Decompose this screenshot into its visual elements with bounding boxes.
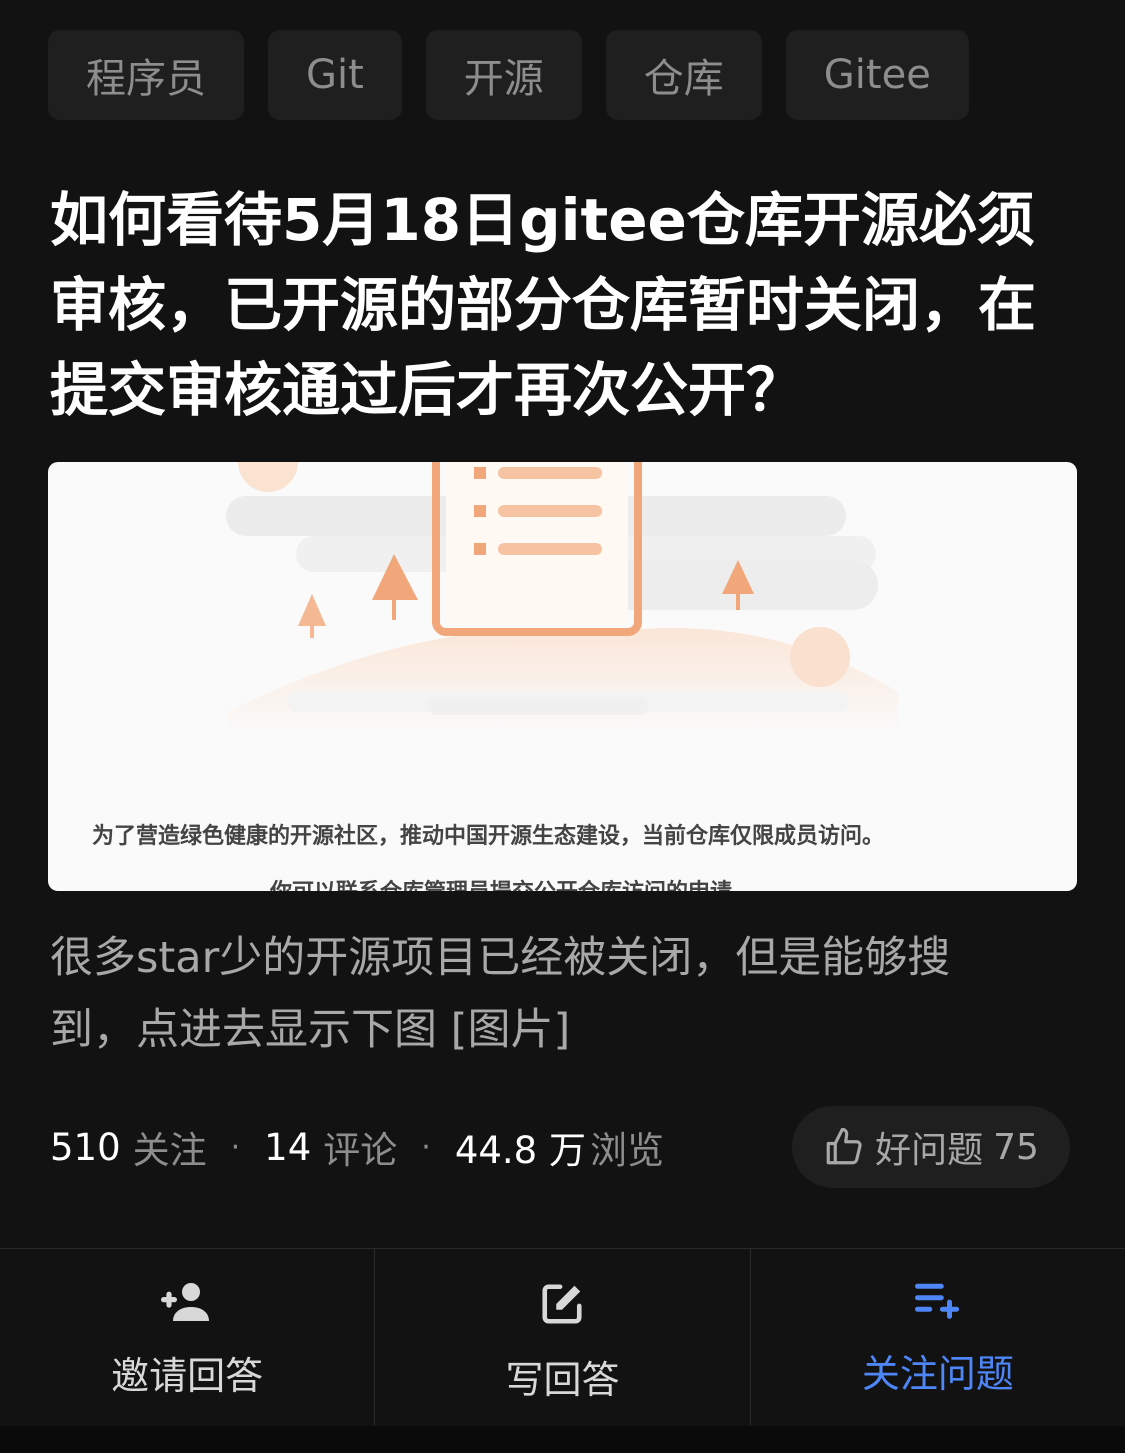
edit-icon xyxy=(542,1284,583,1324)
home-indicator-area xyxy=(0,1426,1125,1453)
good-question-count: 75 xyxy=(993,1126,1039,1168)
list-add-icon xyxy=(914,1283,959,1319)
invite-answer-label: 邀请回答 xyxy=(111,1354,264,1398)
followers-label: 关注 xyxy=(132,1129,207,1172)
follow-question-button[interactable]: 关注问题 xyxy=(749,1249,1125,1427)
separator-dot: · xyxy=(421,1129,431,1165)
bottom-action-bar: 邀请回答 写回答 关注问题 xyxy=(0,1248,1125,1427)
follow-question-label: 关注问题 xyxy=(861,1352,1014,1396)
tag-gitee[interactable]: Gitee xyxy=(785,30,969,120)
followers-count: 510 xyxy=(50,1125,121,1169)
tag-list: 程序员 Git 开源 仓库 Gitee xyxy=(48,30,969,120)
separator-dot: · xyxy=(230,1129,241,1165)
question-stats: 510 关注 · 14 评论 · 44.8 万 浏览 xyxy=(50,1118,664,1176)
write-answer-button[interactable]: 写回答 xyxy=(374,1249,749,1427)
tag-open-source[interactable]: 开源 xyxy=(425,30,582,120)
tag-git[interactable]: Git xyxy=(268,30,402,120)
tag-repository[interactable]: 仓库 xyxy=(605,30,762,120)
image-notice-line-1: 为了营造绿色健康的开源社区，推动中国开源生态建设，当前仓库仅限成员访问。 xyxy=(92,824,885,849)
write-answer-label: 写回答 xyxy=(505,1358,620,1402)
views-count: 44.8 万 xyxy=(454,1129,586,1172)
comments-label[interactable]: 评论 xyxy=(323,1120,397,1174)
add-person-icon xyxy=(161,1283,210,1321)
views-label: 浏览 xyxy=(589,1129,664,1172)
question-image[interactable]: 为了营造绿色健康的开源社区，推动中国开源生态建设，当前仓库仅限成员访问。 你可以… xyxy=(48,462,1077,891)
question-excerpt[interactable]: 很多star少的开源项目已经被关闭，但是能够搜到，点进去显示下图 [图片] xyxy=(50,922,1030,1066)
good-question-label: 好问题 xyxy=(875,1130,984,1171)
tag-programmer[interactable]: 程序员 xyxy=(48,30,244,120)
invite-answer-button[interactable]: 邀请回答 xyxy=(0,1249,374,1427)
image-notice-line-2: 你可以联系仓库管理员提交公开仓库访问的申请 xyxy=(270,874,732,891)
question-title: 如何看待5月18日gitee仓库开源必须审核，已开源的部分仓库暂时关闭，在提交审… xyxy=(50,186,1037,424)
thumbs-up-icon xyxy=(826,1127,862,1165)
good-question-button[interactable]: 好问题 75 xyxy=(792,1106,1070,1188)
comments-count[interactable]: 14 xyxy=(264,1126,311,1169)
